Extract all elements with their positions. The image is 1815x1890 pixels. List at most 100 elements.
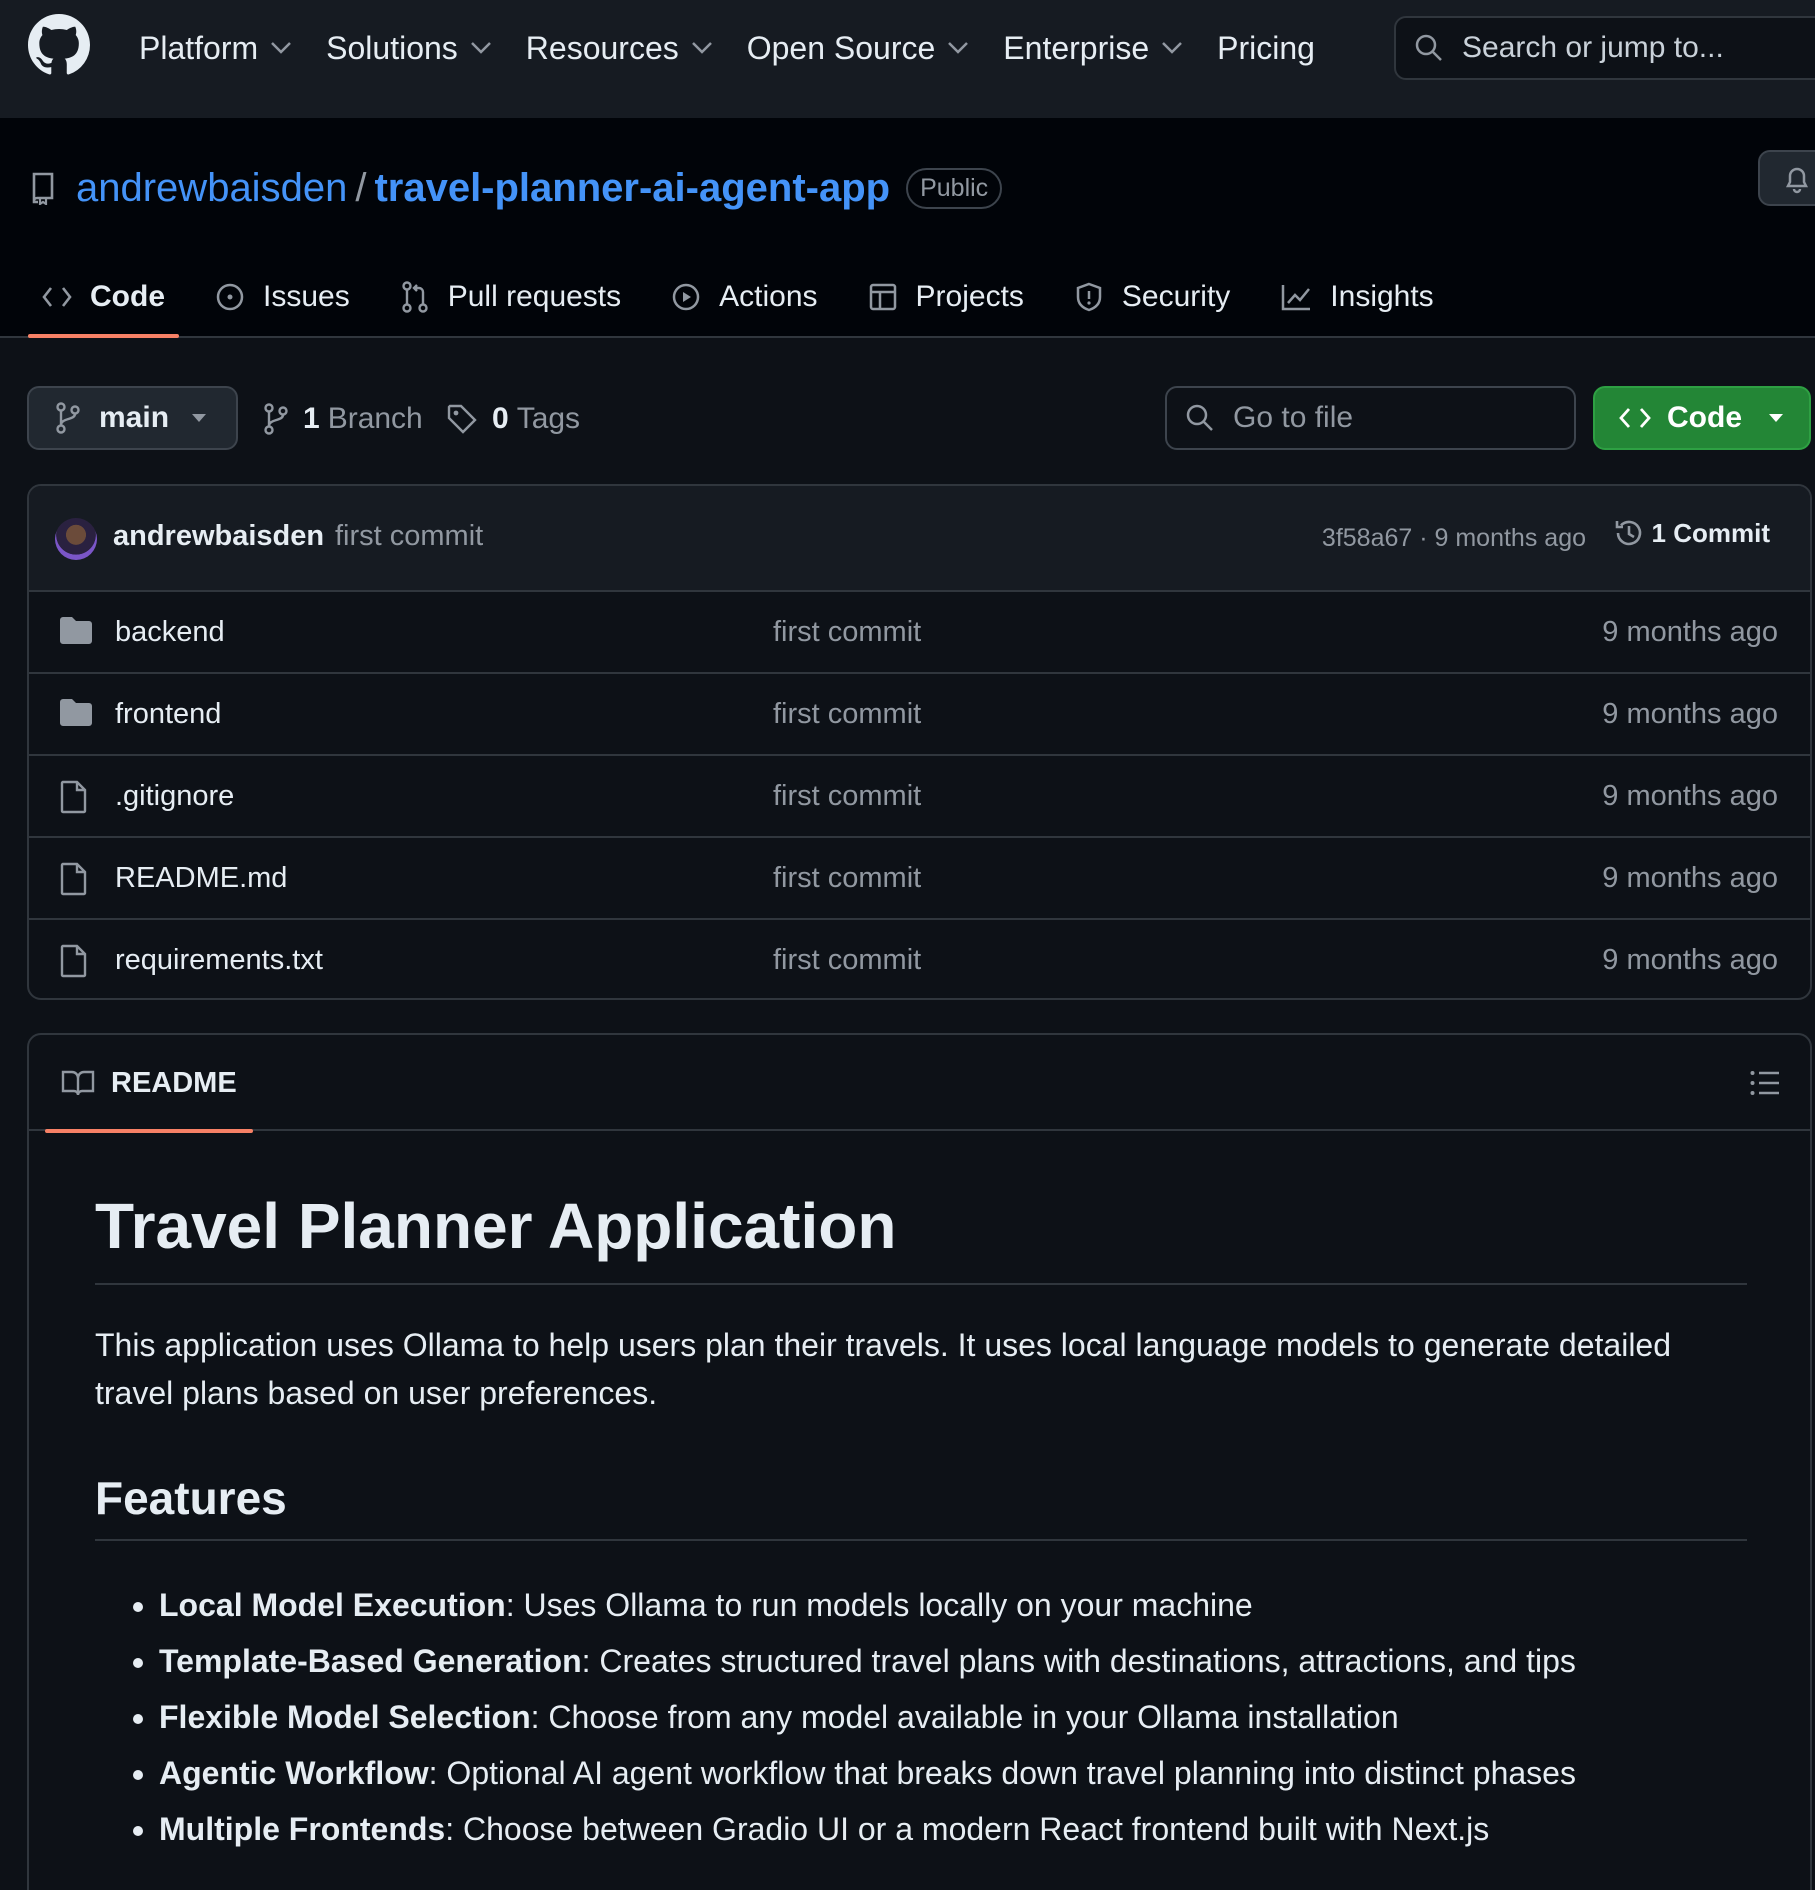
bell-icon: [1785, 167, 1809, 194]
tab-security[interactable]: Security: [1060, 260, 1244, 334]
history-icon: [1615, 520, 1641, 546]
go-to-file-input[interactable]: [1233, 401, 1553, 435]
caret-down-icon: [192, 414, 207, 422]
table-row[interactable]: requirements.txt first commit 9 months a…: [29, 920, 1810, 998]
file-icon: [60, 780, 87, 814]
tag-count-label: Tags: [516, 402, 581, 435]
readme-title: Travel Planner Application: [95, 1191, 1747, 1286]
feature-text: : Uses Ollama to run models locally on y…: [505, 1587, 1253, 1624]
nav-label: Open Source: [746, 29, 936, 66]
tab-issues[interactable]: Issues: [201, 260, 364, 334]
table-row[interactable]: frontend first commit 9 months ago: [29, 674, 1810, 756]
nav-solutions[interactable]: Solutions: [326, 18, 492, 78]
feature-name: Flexible Model Selection: [159, 1699, 531, 1736]
readme-content: Travel Planner Application This applicat…: [95, 1131, 1747, 1857]
nav-label: Enterprise: [1003, 29, 1150, 66]
chevron-down-icon: [1162, 42, 1183, 54]
readme-tab[interactable]: README: [45, 1035, 253, 1133]
git-branch-icon: [264, 403, 288, 435]
commit-author-link[interactable]: andrewbaisden: [113, 520, 324, 553]
github-logo-icon[interactable]: [28, 14, 90, 76]
table-icon: [869, 283, 896, 311]
code-dropdown-button[interactable]: Code: [1593, 386, 1811, 450]
tab-label: Actions: [719, 280, 818, 313]
branch-count: 1: [303, 402, 320, 435]
file-browser: andrewbaisden first commit 3f58a67 · 9 m…: [27, 484, 1812, 1000]
feature-name: Multiple Frontends: [159, 1811, 446, 1848]
folder-icon: [60, 699, 92, 726]
file-commit-link[interactable]: first commit: [773, 780, 921, 813]
feature-name: Local Model Execution: [159, 1587, 506, 1624]
tab-label: Projects: [915, 280, 1024, 313]
commit-history-link[interactable]: 1 Commit: [1612, 516, 1770, 550]
code-icon: [42, 287, 72, 307]
file-commit-link[interactable]: first commit: [773, 698, 921, 731]
branch-selector-button[interactable]: main: [27, 386, 238, 450]
caret-down-icon: [1769, 414, 1783, 422]
chevron-down-icon: [470, 42, 491, 54]
file-commit-link[interactable]: first commit: [773, 616, 921, 649]
commit-message-link[interactable]: first commit: [335, 520, 483, 553]
repo-title: andrewbaisden / travel-planner-ai-agent-…: [30, 158, 1003, 218]
tab-label: Issues: [263, 280, 350, 313]
file-icon: [60, 944, 87, 978]
file-commit-link[interactable]: first commit: [773, 862, 921, 895]
tags-link[interactable]: 0 Tags: [446, 400, 580, 438]
play-icon: [672, 283, 700, 311]
tag-icon: [447, 404, 477, 434]
repo-owner-link[interactable]: andrewbaisden: [76, 166, 347, 211]
file-name-link[interactable]: frontend: [115, 698, 221, 731]
global-search[interactable]: [1394, 16, 1815, 80]
feature-name: Template-Based Generation: [159, 1643, 582, 1680]
branch-count-label: Branch: [327, 402, 423, 435]
tab-insights[interactable]: Insights: [1266, 260, 1447, 334]
branches-link[interactable]: 1 Branch: [263, 400, 423, 438]
graph-icon: [1282, 285, 1311, 311]
table-row[interactable]: README.md first commit 9 months ago: [29, 838, 1810, 920]
repo-name-link[interactable]: travel-planner-ai-agent-app: [374, 166, 890, 211]
nav-label: Resources: [525, 29, 679, 66]
list-item: Template-Based Generation: Creates struc…: [159, 1633, 1747, 1689]
tab-label: Code: [90, 280, 165, 313]
file-commit-link[interactable]: first commit: [773, 944, 921, 977]
list-item: Agentic Workflow: Optional AI agent work…: [159, 1745, 1747, 1801]
table-row[interactable]: .gitignore first commit 9 months ago: [29, 756, 1810, 838]
nav-label: Platform: [139, 29, 259, 66]
file-name-link[interactable]: backend: [115, 616, 225, 649]
repo-separator: /: [355, 165, 367, 210]
nav-pricing[interactable]: Pricing: [1217, 18, 1315, 78]
branch-name: main: [99, 401, 170, 434]
readme-tab-label: README: [111, 1066, 237, 1099]
file-icon: [60, 862, 87, 896]
tag-count: 0: [492, 402, 509, 435]
go-to-file-search[interactable]: [1165, 386, 1576, 450]
book-icon: [61, 1070, 95, 1096]
nav-resources[interactable]: Resources: [526, 18, 713, 78]
file-age: 9 months ago: [1602, 862, 1778, 894]
file-name-link[interactable]: README.md: [115, 862, 287, 895]
list-item: Flexible Model Selection: Choose from an…: [159, 1689, 1747, 1745]
tab-pull-requests[interactable]: Pull requests: [386, 260, 635, 334]
pull-request-icon: [402, 281, 428, 313]
file-name-link[interactable]: .gitignore: [115, 780, 234, 813]
nav-enterprise[interactable]: Enterprise: [1003, 18, 1183, 78]
tab-projects[interactable]: Projects: [854, 260, 1038, 334]
tab-actions[interactable]: Actions: [657, 260, 831, 334]
notifications-button[interactable]: [1758, 150, 1815, 206]
list-outline-icon[interactable]: [1750, 1069, 1780, 1097]
tab-code[interactable]: Code: [28, 260, 179, 338]
code-button-label: Code: [1667, 401, 1742, 434]
readme-panel: README Travel Planner Application This a…: [27, 1033, 1812, 1890]
nav-platform[interactable]: Platform: [139, 18, 292, 78]
git-branch-icon: [56, 402, 80, 434]
nav-open-source[interactable]: Open Source: [747, 18, 970, 78]
repo-icon: [32, 172, 54, 205]
shield-icon: [1076, 282, 1102, 312]
table-row[interactable]: backend first commit 9 months ago: [29, 592, 1810, 674]
chevron-down-icon: [271, 42, 292, 54]
feature-text: : Choose from any model available in you…: [530, 1699, 1399, 1736]
commit-sha-and-time[interactable]: 3f58a67 · 9 months ago: [1322, 524, 1586, 553]
avatar[interactable]: [55, 518, 97, 560]
global-search-input[interactable]: [1462, 31, 1815, 65]
file-name-link[interactable]: requirements.txt: [115, 944, 323, 977]
